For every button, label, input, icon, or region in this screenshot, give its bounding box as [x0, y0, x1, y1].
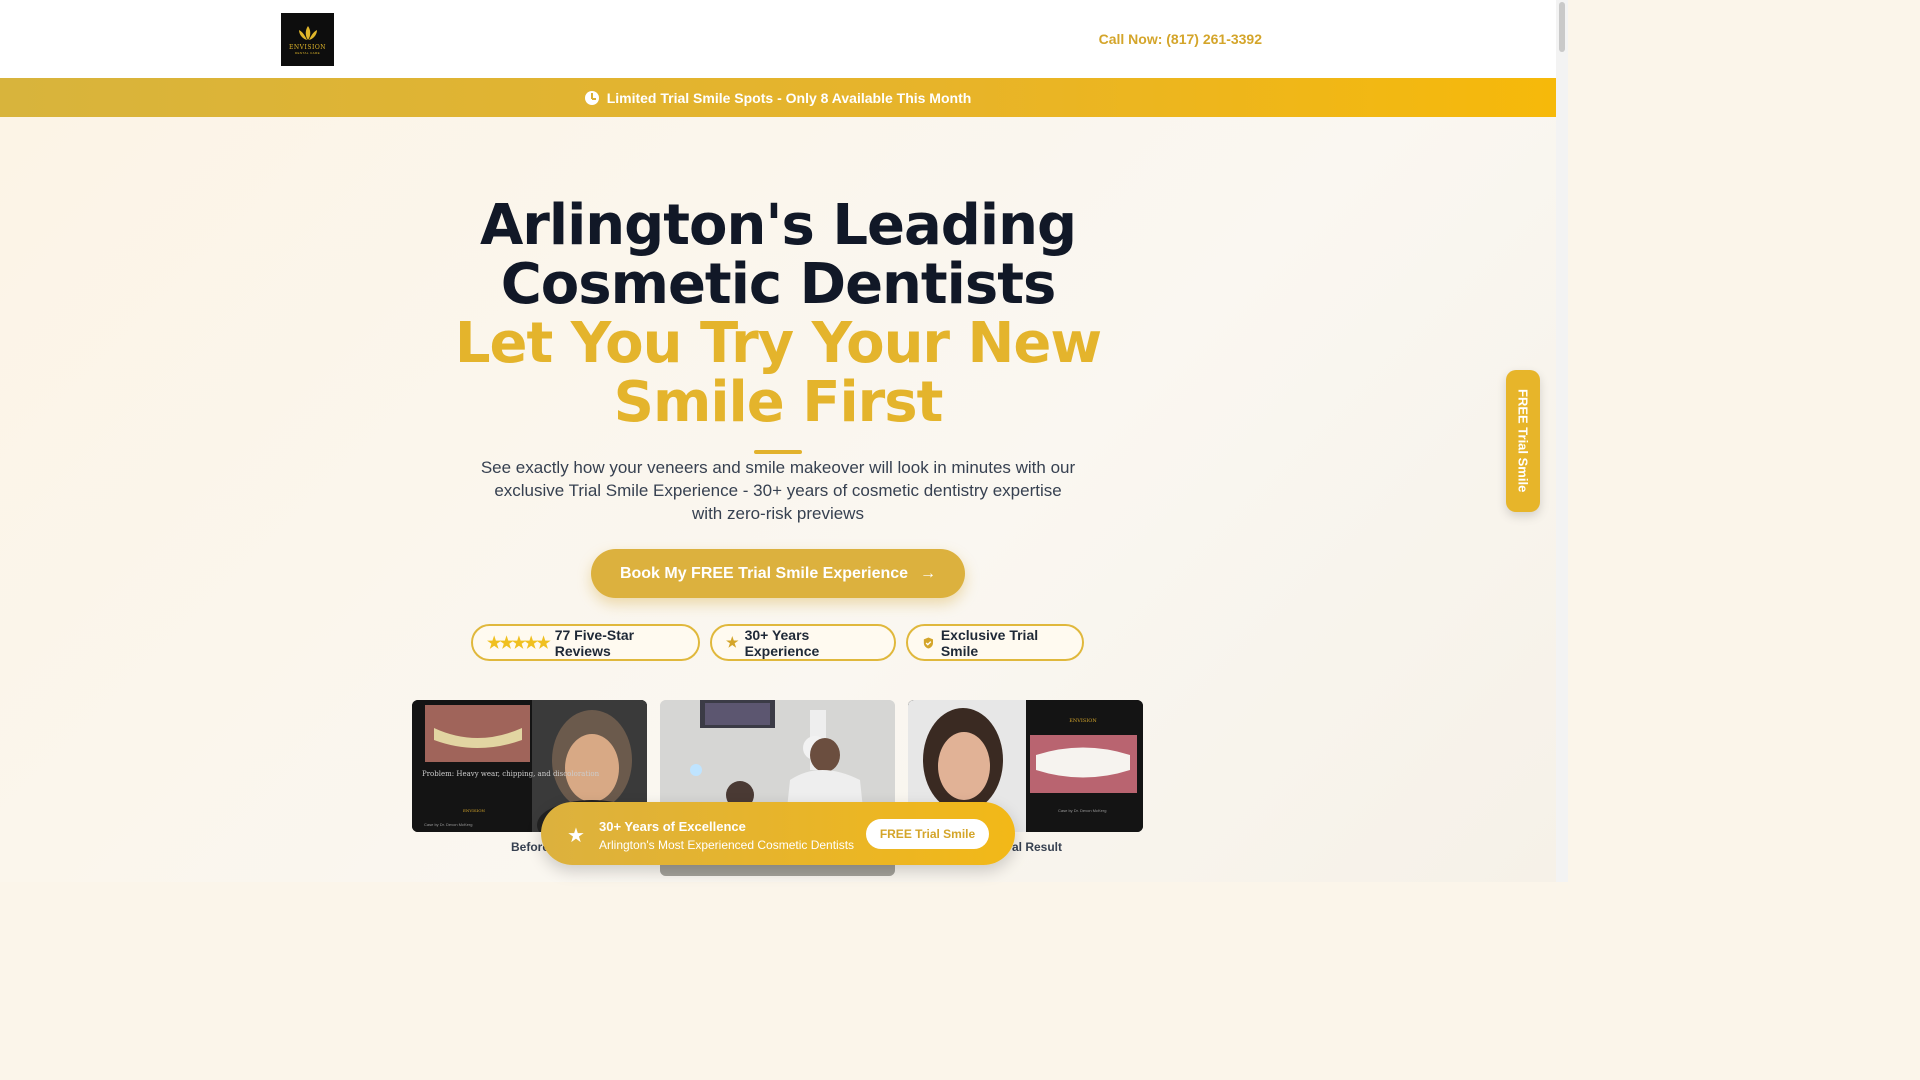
- star-icon: ★: [567, 825, 585, 847]
- hero-title-line-3: Let You Try Your New: [454, 311, 1102, 376]
- sticky-free-trial-button[interactable]: FREE Trial Smile: [866, 819, 989, 849]
- book-trial-smile-button[interactable]: Book My FREE Trial Smile Experience →: [591, 549, 965, 598]
- page-scrollbar[interactable]: [1556, 0, 1568, 882]
- experience-badge-label: 30+ Years Experience: [744, 626, 820, 659]
- star-icon: ★: [726, 634, 739, 650]
- svg-text:ENVISION: ENVISION: [463, 808, 485, 813]
- experience-badge: ★ 30+ Years Experience: [710, 624, 896, 661]
- clock-icon: [584, 90, 599, 105]
- hero-title-line-4: Smile First: [613, 370, 944, 435]
- sticky-subtitle: Arlington's Most Experienced Cosmetic De…: [599, 838, 855, 852]
- sticky-offer-bar: ★ 30+ Years of Excellence Arlington's Mo…: [541, 802, 1015, 865]
- shield-check-icon: [923, 636, 934, 649]
- svg-text:ENVISION: ENVISION: [1069, 718, 1097, 724]
- exclusive-badge-label: Exclusive Trial Smile: [940, 626, 1039, 659]
- side-tab-label: FREE Trial Smile: [1515, 389, 1531, 493]
- banner-text: Limited Trial Smile Spots - Only 8 Avail…: [606, 89, 972, 106]
- logo-wordmark: ENVISION: [289, 44, 326, 51]
- case-credit-text-result: Case by Dr. Devon McKerg: [1058, 808, 1106, 813]
- scrollbar-thumb[interactable]: [1559, 2, 1565, 52]
- case-problem-text: Problem: Heavy wear, chipping, and disco…: [422, 770, 600, 778]
- hero-title-line-2: Cosmetic Dentists: [500, 252, 1057, 317]
- case-credit-text: Case by Dr. Devon McKerg: [424, 822, 472, 827]
- hero-title-line-1: Arlington's Leading: [479, 193, 1077, 258]
- envision-logo[interactable]: ENVISION DENTAL CARE: [281, 13, 334, 66]
- five-stars-icon: ★★★★★: [487, 634, 551, 652]
- cta-label: Book My FREE Trial Smile Experience: [619, 564, 909, 582]
- sticky-title: 30+ Years of Excellence: [599, 819, 746, 834]
- lotus-logo-icon: [298, 26, 317, 40]
- caption-result: al Result: [1012, 840, 1063, 854]
- reviews-badge: ★★★★★ 77 Five-Star Reviews: [471, 624, 700, 661]
- arrow-right-icon: →: [920, 564, 937, 582]
- title-divider: [754, 450, 802, 454]
- side-free-trial-tab[interactable]: FREE Trial Smile: [1506, 370, 1540, 512]
- reviews-badge-label: 77 Five-Star Reviews: [554, 626, 635, 659]
- limited-spots-banner: Limited Trial Smile Spots - Only 8 Avail…: [0, 78, 1556, 117]
- call-now-link[interactable]: Call Now: (817) 261-3392: [1099, 31, 1262, 47]
- exclusive-badge: Exclusive Trial Smile: [906, 624, 1084, 661]
- site-header: ENVISION DENTAL CARE Call Now: (817) 261…: [0, 0, 1556, 78]
- logo-subtext: DENTAL CARE: [294, 51, 321, 55]
- hero-subtitle: See exactly how your veneers and smile m…: [480, 458, 1076, 523]
